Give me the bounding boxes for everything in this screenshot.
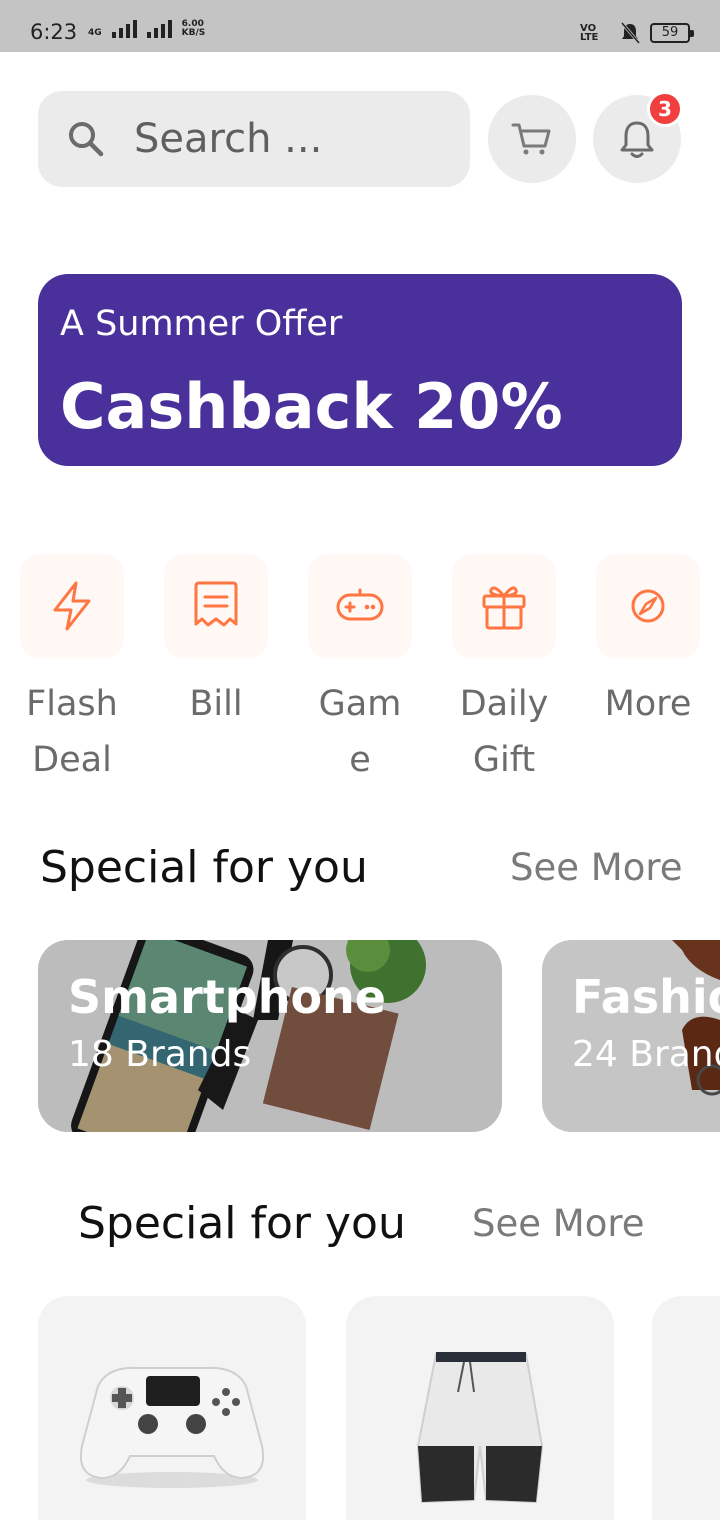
banner-title: Cashback 20% bbox=[60, 370, 563, 443]
category-label: Bill bbox=[189, 684, 243, 724]
category-label: Game bbox=[318, 684, 402, 780]
network-indicator: 4G 6.00 KB/S bbox=[88, 20, 205, 38]
signal-icon-2 bbox=[146, 20, 172, 38]
game-icon bbox=[336, 588, 384, 621]
card-title: Smartphone bbox=[68, 970, 387, 1024]
banner-subtitle: A Summer Offer bbox=[60, 304, 343, 344]
sports-shorts-image bbox=[416, 1352, 544, 1504]
card-subtitle: 24 Brands bbox=[572, 1034, 720, 1075]
cart-icon bbox=[511, 123, 551, 155]
category-label: More bbox=[604, 684, 692, 724]
card-title: Fashion bbox=[572, 970, 720, 1024]
cart-button[interactable] bbox=[488, 95, 576, 183]
status-bar: 6:23 4G 6.00 KB/S VO LTE 59 bbox=[0, 0, 720, 52]
product-card-shorts[interactable] bbox=[346, 1296, 614, 1520]
battery-icon: 59 bbox=[650, 23, 694, 43]
category-game[interactable]: Game bbox=[308, 554, 412, 788]
see-more-link-2[interactable]: See More bbox=[472, 1202, 645, 1245]
section-title: Special for you bbox=[40, 842, 368, 893]
category-flash-deal[interactable]: Flash Deal bbox=[20, 554, 124, 788]
network-speed: 6.00 KB/S bbox=[181, 19, 206, 38]
category-card-fashion[interactable]: Fashion 24 Brands bbox=[542, 940, 720, 1132]
notifications-button[interactable]: 3 bbox=[593, 91, 683, 183]
bill-icon bbox=[194, 581, 238, 627]
compass-icon bbox=[631, 589, 665, 623]
category-daily-gift[interactable]: Daily Gift bbox=[452, 554, 556, 788]
gift-icon bbox=[482, 586, 526, 630]
category-label: Flash Deal bbox=[26, 684, 118, 780]
category-more[interactable]: More bbox=[596, 554, 700, 732]
promo-banner[interactable]: A Summer Offer Cashback 20% bbox=[38, 274, 682, 466]
bell-off-icon bbox=[620, 22, 640, 44]
search-icon bbox=[69, 122, 104, 157]
signal-icon bbox=[111, 20, 137, 38]
category-bill[interactable]: Bill bbox=[164, 554, 268, 732]
search-input[interactable] bbox=[134, 116, 434, 162]
flash-icon bbox=[53, 581, 91, 631]
game-controller-image bbox=[80, 1366, 264, 1488]
bell-icon bbox=[620, 121, 654, 158]
status-right: VO LTE 59 bbox=[580, 22, 694, 44]
section-title-2: Special for you bbox=[78, 1198, 406, 1249]
notification-badge: 3 bbox=[647, 91, 683, 127]
category-card-smartphone[interactable]: Smartphone 18 Brands bbox=[38, 940, 502, 1132]
volte-label: VO LTE bbox=[580, 23, 599, 43]
see-more-link[interactable]: See More bbox=[510, 846, 683, 889]
network-type: 4G bbox=[88, 28, 102, 38]
category-label: Daily Gift bbox=[459, 684, 549, 780]
status-time: 6:23 bbox=[30, 20, 78, 44]
product-card-controller[interactable] bbox=[38, 1296, 306, 1520]
product-card-partial[interactable] bbox=[652, 1296, 720, 1520]
card-subtitle: 18 Brands bbox=[68, 1034, 252, 1075]
search-bar[interactable] bbox=[38, 91, 470, 187]
